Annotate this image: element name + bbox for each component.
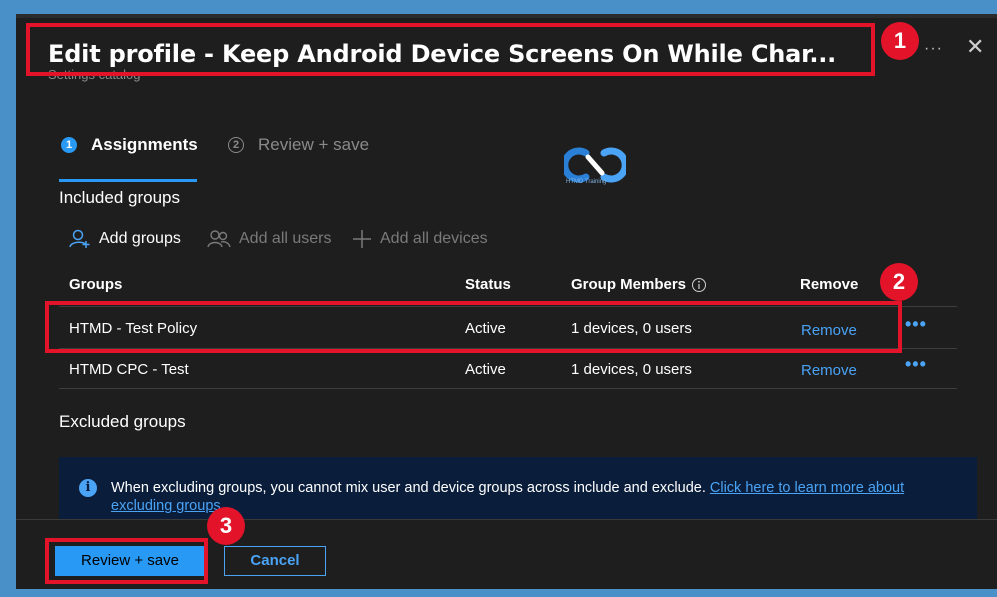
active-step-indicator: [59, 179, 197, 182]
row-more-button[interactable]: •••: [905, 314, 927, 335]
column-header-label: Group Members: [571, 276, 687, 293]
step-label: Review + save: [258, 135, 370, 154]
close-button[interactable]: ✕: [966, 34, 984, 60]
edit-profile-panel: Edit profile - Keep Android Device Scree…: [16, 14, 997, 589]
info-message-bar: i When excluding groups, you cannot mix …: [59, 457, 977, 519]
annotation-box-1: [26, 23, 875, 76]
add-groups-label: Add groups: [99, 230, 181, 247]
included-groups-label: Included groups: [59, 188, 180, 207]
info-icon[interactable]: [691, 277, 707, 293]
info-icon: i: [79, 479, 97, 497]
group-status: Active: [465, 361, 506, 378]
step-label: Assignments: [91, 135, 198, 154]
info-message-text: When excluding groups, you cannot mix us…: [111, 480, 710, 496]
add-all-devices-button[interactable]: Add all devices: [352, 229, 488, 249]
excluded-groups-label: Excluded groups: [59, 412, 186, 431]
row-divider: [59, 388, 957, 389]
annotation-box-2: [45, 301, 902, 353]
column-header-group-members: Group Members: [571, 276, 707, 293]
info-message: When excluding groups, you cannot mix us…: [111, 479, 961, 515]
add-user-icon: [69, 229, 90, 248]
cancel-button[interactable]: Cancel: [224, 546, 326, 576]
top-divider: [16, 14, 997, 18]
add-all-users-label: Add all users: [239, 230, 332, 247]
step-review-save[interactable]: 2 Review + save: [228, 135, 369, 155]
step-number: 1: [61, 137, 77, 153]
group-members: 1 devices, 0 users: [571, 361, 692, 378]
column-header-remove: Remove: [800, 276, 859, 293]
add-groups-button[interactable]: Add groups: [69, 229, 181, 249]
annotation-marker-2: 2: [880, 263, 918, 301]
row-more-button[interactable]: •••: [905, 354, 927, 375]
annotation-box-3: [45, 538, 208, 584]
footer-divider: [16, 519, 997, 520]
step-number: 2: [228, 137, 244, 153]
annotation-marker-1: 1: [881, 22, 919, 60]
users-icon: [207, 230, 231, 248]
remove-link[interactable]: Remove: [801, 362, 857, 379]
column-header-status: Status: [465, 276, 511, 293]
add-all-users-button[interactable]: Add all users: [207, 229, 332, 249]
step-assignments[interactable]: 1 Assignments: [61, 135, 198, 155]
column-header-groups: Groups: [69, 276, 123, 293]
annotation-marker-3: 3: [207, 507, 245, 545]
more-options-button[interactable]: ···: [924, 40, 943, 58]
logo-text: HTMD Training: [566, 179, 607, 185]
plus-icon: [353, 230, 371, 248]
add-all-devices-label: Add all devices: [380, 230, 488, 247]
group-name: HTMD CPC - Test: [69, 361, 189, 378]
